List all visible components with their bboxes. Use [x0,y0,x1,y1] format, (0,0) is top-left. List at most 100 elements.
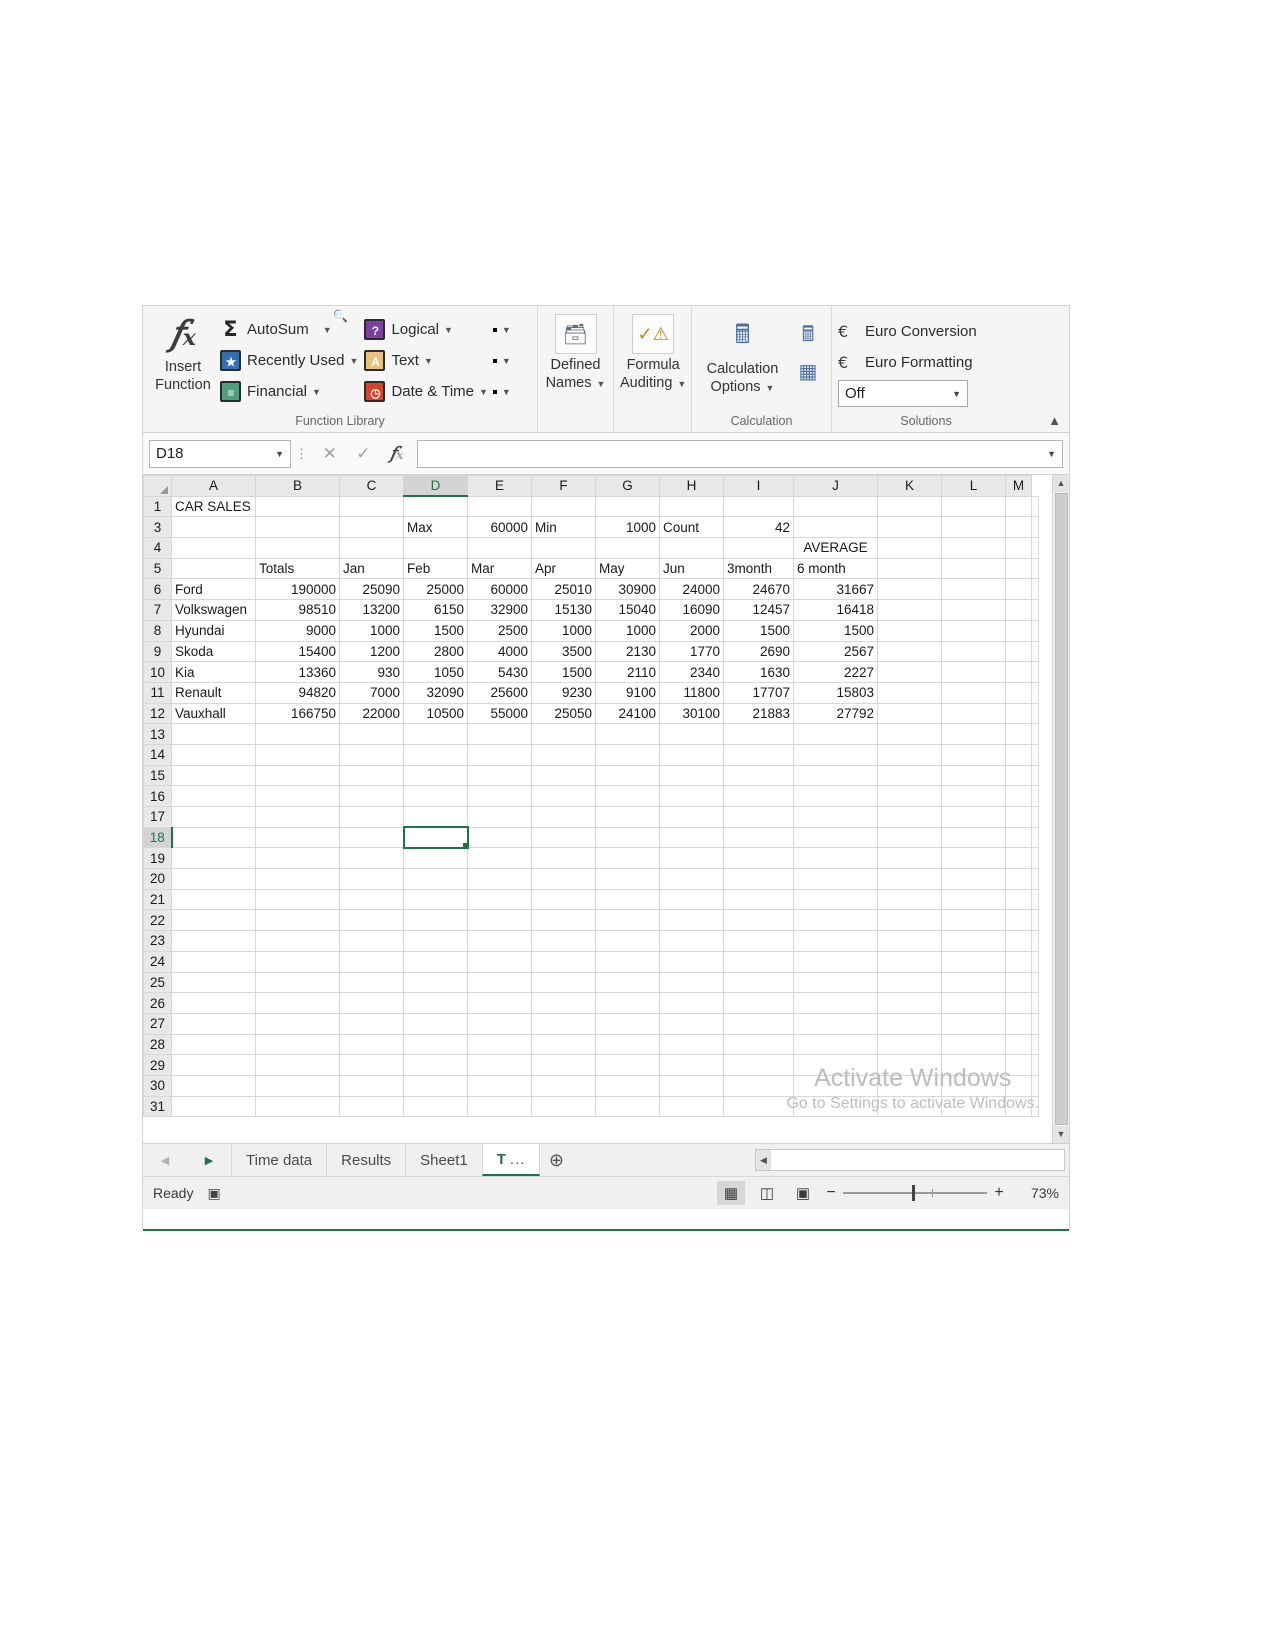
cell-F6[interactable]: 25010 [531,578,596,601]
cell-J8[interactable]: 1500 [793,619,878,642]
zoom-slider[interactable]: − + [825,1184,1005,1202]
cell-H24[interactable] [659,950,724,973]
cell-A13[interactable] [171,723,256,745]
cell-G22[interactable] [595,909,660,932]
cell-M14[interactable] [1005,743,1032,766]
table-row[interactable]: 29 [143,1054,1039,1076]
cell-M19[interactable] [1005,847,1032,870]
cell-A26[interactable] [171,992,256,1014]
cell-B1[interactable] [255,495,340,518]
cell-E4[interactable] [467,537,532,559]
cell-A3[interactable] [171,516,256,539]
table-row[interactable]: 25 [143,971,1039,994]
cell-J4[interactable]: AVERAGE [793,537,878,559]
cell-F8[interactable]: 1000 [531,619,596,642]
cell-F12[interactable]: 25050 [531,702,596,725]
cell-E8[interactable]: 2500 [467,619,532,642]
cell-D9[interactable]: 2800 [403,640,468,663]
cell-E7[interactable]: 32900 [467,599,532,621]
cell-D1[interactable] [403,495,468,518]
row-header-31[interactable]: 31 [143,1095,172,1118]
cell-I29[interactable] [723,1054,794,1076]
cell-A23[interactable] [171,930,256,952]
chevron-down-icon[interactable]: ▼ [275,449,284,459]
cell-B10[interactable]: 13360 [255,661,340,683]
cell-I15[interactable] [723,764,794,787]
table-row[interactable]: 8 Hyundai 9000 1000 1500 2500 1000 1000 2000 1500… [143,619,1039,642]
cell-I11[interactable]: 17707 [723,681,794,704]
cell-A9[interactable]: Skoda [171,640,256,663]
cell-H16[interactable] [659,785,724,807]
cell-E13[interactable] [467,723,532,745]
cell-H25[interactable] [659,971,724,994]
cell-D5[interactable]: Feb [403,557,468,580]
cell-B8[interactable]: 9000 [255,619,340,642]
cell-E24[interactable] [467,950,532,973]
row-header-26[interactable]: 26 [143,992,172,1014]
cell-J22[interactable] [793,909,878,932]
row-header-20[interactable]: 20 [143,868,172,890]
table-row[interactable]: 19 [143,847,1039,870]
cell-G15[interactable] [595,764,660,787]
cell-J10[interactable]: 2227 [793,661,878,683]
cell-F18[interactable] [531,826,596,849]
cell-H5[interactable]: Jun [659,557,724,580]
cell-G23[interactable] [595,930,660,952]
cell-F11[interactable]: 9230 [531,681,596,704]
cell-E25[interactable] [467,971,532,994]
cell-K15[interactable] [877,764,942,787]
cell-F4[interactable] [531,537,596,559]
cell-M18[interactable] [1005,826,1032,849]
plus-icon[interactable]: + [993,1184,1005,1202]
cell-L27[interactable] [941,1012,1006,1035]
cell-I12[interactable]: 21883 [723,702,794,725]
cell-L12[interactable] [941,702,1006,725]
cell-I8[interactable]: 1500 [723,619,794,642]
row-header-28[interactable]: 28 [143,1033,172,1056]
cell-B7[interactable]: 98510 [255,599,340,621]
cell-C15[interactable] [339,764,404,787]
cell-E9[interactable]: 4000 [467,640,532,663]
cell-D21[interactable] [403,888,468,911]
zoom-level-label[interactable]: 73% [1013,1185,1059,1201]
cell-F5[interactable]: Apr [531,557,596,580]
cell-I27[interactable] [723,1012,794,1035]
cell-L26[interactable] [941,992,1006,1014]
row-header-16[interactable]: 16 [143,785,172,807]
cell-J9[interactable]: 2567 [793,640,878,663]
cell-B3[interactable] [255,516,340,539]
cell-H3[interactable]: Count [659,516,724,539]
cell-K31[interactable] [877,1095,942,1118]
cell-G12[interactable]: 24100 [595,702,660,725]
cell-F15[interactable] [531,764,596,787]
row-header-27[interactable]: 27 [143,1012,172,1035]
cell-I31[interactable] [723,1095,794,1118]
table-row[interactable]: 16 [143,785,1039,807]
cell-K18[interactable] [877,826,942,849]
cell-G26[interactable] [595,992,660,1014]
row-header-1[interactable]: 1 [143,495,172,518]
cell-E11[interactable]: 25600 [467,681,532,704]
cell-G8[interactable]: 1000 [595,619,660,642]
add-sheet-button[interactable]: ⊕ [540,1144,572,1176]
cell-J5[interactable]: 6 month [793,557,878,580]
scroll-up-icon[interactable]: ▲ [1053,475,1069,492]
cell-I10[interactable]: 1630 [723,661,794,683]
row-header-9[interactable]: 9 [143,640,172,663]
cell-L10[interactable] [941,661,1006,683]
cell-C16[interactable] [339,785,404,807]
cell-L16[interactable] [941,785,1006,807]
cell-H6[interactable]: 24000 [659,578,724,601]
cell-B5[interactable]: Totals [255,557,340,580]
cell-H20[interactable] [659,868,724,890]
cell-D29[interactable] [403,1054,468,1076]
cell-J11[interactable]: 15803 [793,681,878,704]
cell-F1[interactable] [531,495,596,518]
fx-icon[interactable]: 𝑓x [390,444,403,464]
cell-E29[interactable] [467,1054,532,1076]
cell-I19[interactable] [723,847,794,870]
cell-E6[interactable]: 60000 [467,578,532,601]
cell-A20[interactable] [171,868,256,890]
vertical-scrollbar[interactable]: ▲ ▼ [1052,475,1069,1143]
cell-M20[interactable] [1005,868,1032,890]
